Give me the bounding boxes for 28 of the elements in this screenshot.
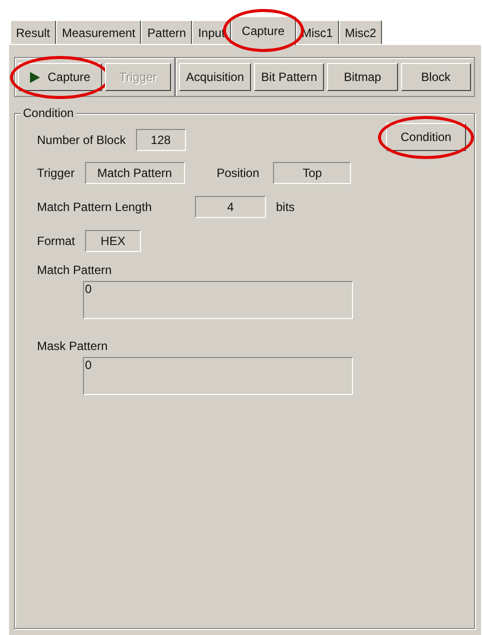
position-field: Top [273,162,352,184]
field-label: Number of Block [37,133,126,147]
condition-button[interactable]: Condition [386,123,466,151]
capture-button[interactable]: Capture [18,63,102,91]
number-field: 128 [136,129,186,151]
field-label: Match Pattern Length [37,200,153,214]
trigger-field: Match Pattern [84,162,185,184]
field-label: Trigger [37,166,75,180]
format-field: HEX [85,230,142,252]
pattern-field: 0 [83,357,353,395]
toolbar-button[interactable]: Acquisition [179,63,252,91]
group-title: Condition [21,106,76,120]
field-label: Match Pattern [37,263,113,277]
toolbar-button[interactable]: Bit Pattern [254,63,324,91]
field-label: Format [37,234,76,248]
length-field: 4 [195,196,266,218]
tab[interactable]: Capture [230,16,296,45]
field-label: Mask Pattern [37,339,109,353]
unit-label: bits [276,200,295,214]
pattern-field: 0 [83,281,353,319]
tab[interactable]: Result [10,20,56,44]
tab[interactable]: Measurement [56,20,142,44]
play-icon [30,72,40,82]
tab[interactable]: Pattern [141,20,192,44]
field-label: Position [216,166,260,180]
tab[interactable]: Misc2 [338,20,382,44]
toolbar-button[interactable]: Bitmap [327,63,398,91]
toolbar-button[interactable]: Block [400,63,472,91]
